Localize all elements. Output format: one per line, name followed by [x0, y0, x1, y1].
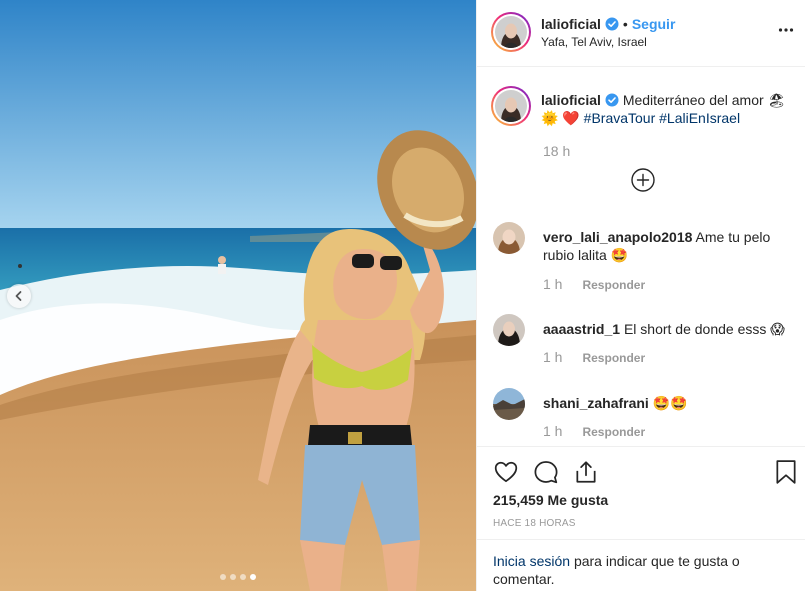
comment-icon[interactable]	[533, 459, 559, 485]
comment-item: shani_zahafrani 🤩🤩 1 h Responder	[477, 388, 805, 444]
login-link[interactable]: Inicia sesión	[493, 553, 570, 569]
comment-meta: 1 h Responder	[543, 349, 645, 365]
caption-avatar-image	[495, 90, 527, 122]
post-time-ago[interactable]: HACE 18 HORAS	[493, 518, 576, 529]
carousel-dot	[220, 574, 226, 580]
separator-dot: •	[622, 16, 628, 32]
comment-avatar[interactable]	[493, 222, 525, 254]
login-prompt: Inicia sesión para indicar que te gusta …	[477, 539, 805, 591]
carousel-dot	[230, 574, 236, 580]
comment-body: El short de donde esss 😱	[623, 321, 785, 337]
plus-circle-icon[interactable]	[630, 167, 656, 193]
comment-body: 🤩🤩	[652, 395, 688, 411]
verified-icon	[605, 93, 619, 107]
hashtag-bravatour[interactable]: #BravaTour	[584, 110, 656, 126]
comment-text: aaaastrid_1 El short de donde esss 😱	[543, 320, 788, 338]
post-location[interactable]: Yafa, Tel Aviv, Israel	[541, 35, 647, 49]
caption-username[interactable]: lalioficial	[541, 92, 601, 108]
chevron-left-icon	[15, 291, 22, 301]
comment-item: aaaastrid_1 El short de donde esss 😱 1 h…	[477, 314, 805, 370]
comment-meta: 1 h Responder	[543, 276, 645, 292]
post-actions: 215,459 Me gusta HACE 18 HORAS Inicia se…	[477, 446, 805, 591]
comment-meta: 1 h Responder	[543, 423, 645, 439]
heart-icon[interactable]	[493, 459, 519, 485]
comment-avatar[interactable]	[493, 314, 525, 346]
author-username[interactable]: lalioficial	[541, 16, 601, 32]
login-prompt-text: Inicia sesión para indicar que te gusta …	[493, 552, 793, 588]
comment-avatar-image	[493, 314, 525, 346]
comment-username[interactable]: vero_lali_anapolo2018	[543, 229, 692, 245]
caption-timestamp[interactable]: 18 h	[543, 143, 570, 159]
comment-avatar[interactable]	[493, 388, 525, 420]
beach-photo-image	[0, 0, 476, 591]
post-header: lalioficial • Seguir Yafa, Tel Aviv, Israe…	[477, 0, 805, 67]
comment-avatar-image	[493, 222, 525, 254]
comment-item: vero_lali_anapolo2018 Ame tu pelo rubio …	[477, 222, 805, 296]
comment-text: vero_lali_anapolo2018 Ame tu pelo rubio …	[543, 228, 788, 264]
carousel-indicator	[0, 574, 476, 580]
carousel-dot	[240, 574, 246, 580]
reply-button[interactable]: Responder	[582, 425, 645, 439]
hashtag-lalienisrael[interactable]: #LaliEnIsrael	[659, 110, 740, 126]
carousel-dot-active	[250, 574, 256, 580]
verified-icon	[605, 17, 619, 31]
comment-avatar-image	[493, 388, 525, 420]
caption-text: lalioficial Mediterráneo del amor 🏖 🌞 ❤️…	[541, 91, 796, 127]
caption-body: Mediterráneo del amor	[622, 92, 764, 108]
comment-time[interactable]: 1 h	[543, 276, 562, 292]
reply-button[interactable]: Responder	[582, 278, 645, 292]
author-avatar-image	[495, 16, 527, 48]
carousel-prev-button[interactable]	[7, 284, 31, 308]
comment-text: shani_zahafrani 🤩🤩	[543, 394, 788, 412]
author-avatar[interactable]	[491, 12, 531, 52]
post-photo[interactable]	[0, 0, 476, 591]
comment-time[interactable]: 1 h	[543, 349, 562, 365]
comment-username[interactable]: shani_zahafrani	[543, 395, 649, 411]
like-count[interactable]: 215,459 Me gusta	[493, 492, 608, 508]
follow-button[interactable]: Seguir	[632, 16, 676, 32]
bookmark-icon[interactable]	[774, 459, 798, 485]
comment-time[interactable]: 1 h	[543, 423, 562, 439]
reply-button[interactable]: Responder	[582, 351, 645, 365]
post-side-panel: lalioficial • Seguir Yafa, Tel Aviv, Israe…	[476, 0, 805, 591]
comment-username[interactable]: aaaastrid_1	[543, 321, 620, 337]
caption-avatar[interactable]	[491, 86, 531, 126]
share-icon[interactable]	[573, 459, 599, 485]
more-icon[interactable]	[778, 22, 794, 38]
